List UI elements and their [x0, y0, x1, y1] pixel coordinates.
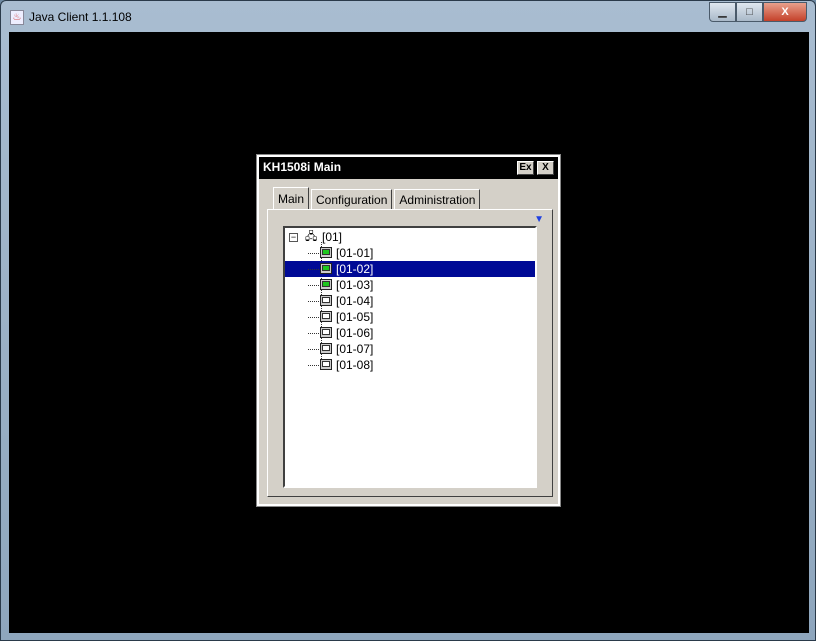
tree-line [308, 333, 319, 334]
close-button[interactable]: X [763, 2, 807, 22]
tab-administration[interactable]: Administration [394, 189, 481, 210]
maximize-button[interactable]: □ [736, 2, 763, 22]
tree-item-port[interactable]: [01-08] [285, 357, 535, 373]
port-label: [01-07] [336, 342, 374, 356]
tree-item-port[interactable]: [01-03] [285, 277, 535, 293]
java-icon: ♨ [10, 10, 24, 25]
computer-icon [320, 263, 332, 274]
exit-button[interactable]: Ex [517, 161, 534, 175]
port-label: [01-04] [336, 294, 374, 308]
computer-icon [320, 295, 332, 306]
tree-item-port[interactable]: [01-04] [285, 293, 535, 309]
tree-root[interactable]: − 🖧 [01] [285, 229, 535, 245]
computer-icon [320, 279, 332, 290]
dropdown-arrow-icon[interactable]: ▼ [534, 214, 544, 225]
tab-main[interactable]: Main [273, 187, 310, 210]
tab-configuration[interactable]: Configuration [311, 189, 393, 210]
network-icon: 🖧 [305, 231, 318, 243]
dialog-close-button[interactable]: X [537, 161, 554, 175]
port-label: [01-01] [336, 246, 374, 260]
computer-icon [320, 343, 332, 354]
tree-line [308, 317, 319, 318]
dialog-title[interactable]: KH1508i Main [259, 157, 558, 179]
computer-icon [320, 311, 332, 322]
main-dialog: KH1508i Main Ex X Main Configuration Adm… [256, 154, 561, 507]
computer-icon [320, 359, 332, 370]
port-label: [01-02] [336, 262, 374, 276]
tree-item-port[interactable]: [01-07] [285, 341, 535, 357]
tree-line [308, 365, 319, 366]
port-label: [01-03] [336, 278, 374, 292]
port-tree: − 🖧 [01] [01-01] [01-02] [01-03] [01-04] [01… [283, 226, 537, 488]
tree-item-port[interactable]: [01-06] [285, 325, 535, 341]
tree-line [308, 301, 319, 302]
collapse-icon[interactable]: − [289, 233, 298, 242]
computer-icon [320, 247, 332, 258]
window-title: Java Client 1.1.108 [29, 10, 132, 24]
tree-line [308, 253, 319, 254]
tree-item-port[interactable]: [01-01] [285, 245, 535, 261]
tree-line [308, 349, 319, 350]
main-panel: ▼ − 🖧 [01] [01-01] [01-02] [01-03] [01-04] [… [267, 209, 553, 497]
tree-item-port[interactable]: [01-02] [285, 261, 535, 277]
port-label: [01-06] [336, 326, 374, 340]
port-label: [01-08] [336, 358, 374, 372]
tree-item-port[interactable]: [01-05] [285, 309, 535, 325]
minimize-button[interactable]: ▁ [709, 2, 736, 22]
port-label: [01-05] [336, 310, 374, 324]
tree-line [308, 269, 319, 270]
computer-icon [320, 327, 332, 338]
tree-line [308, 285, 319, 286]
